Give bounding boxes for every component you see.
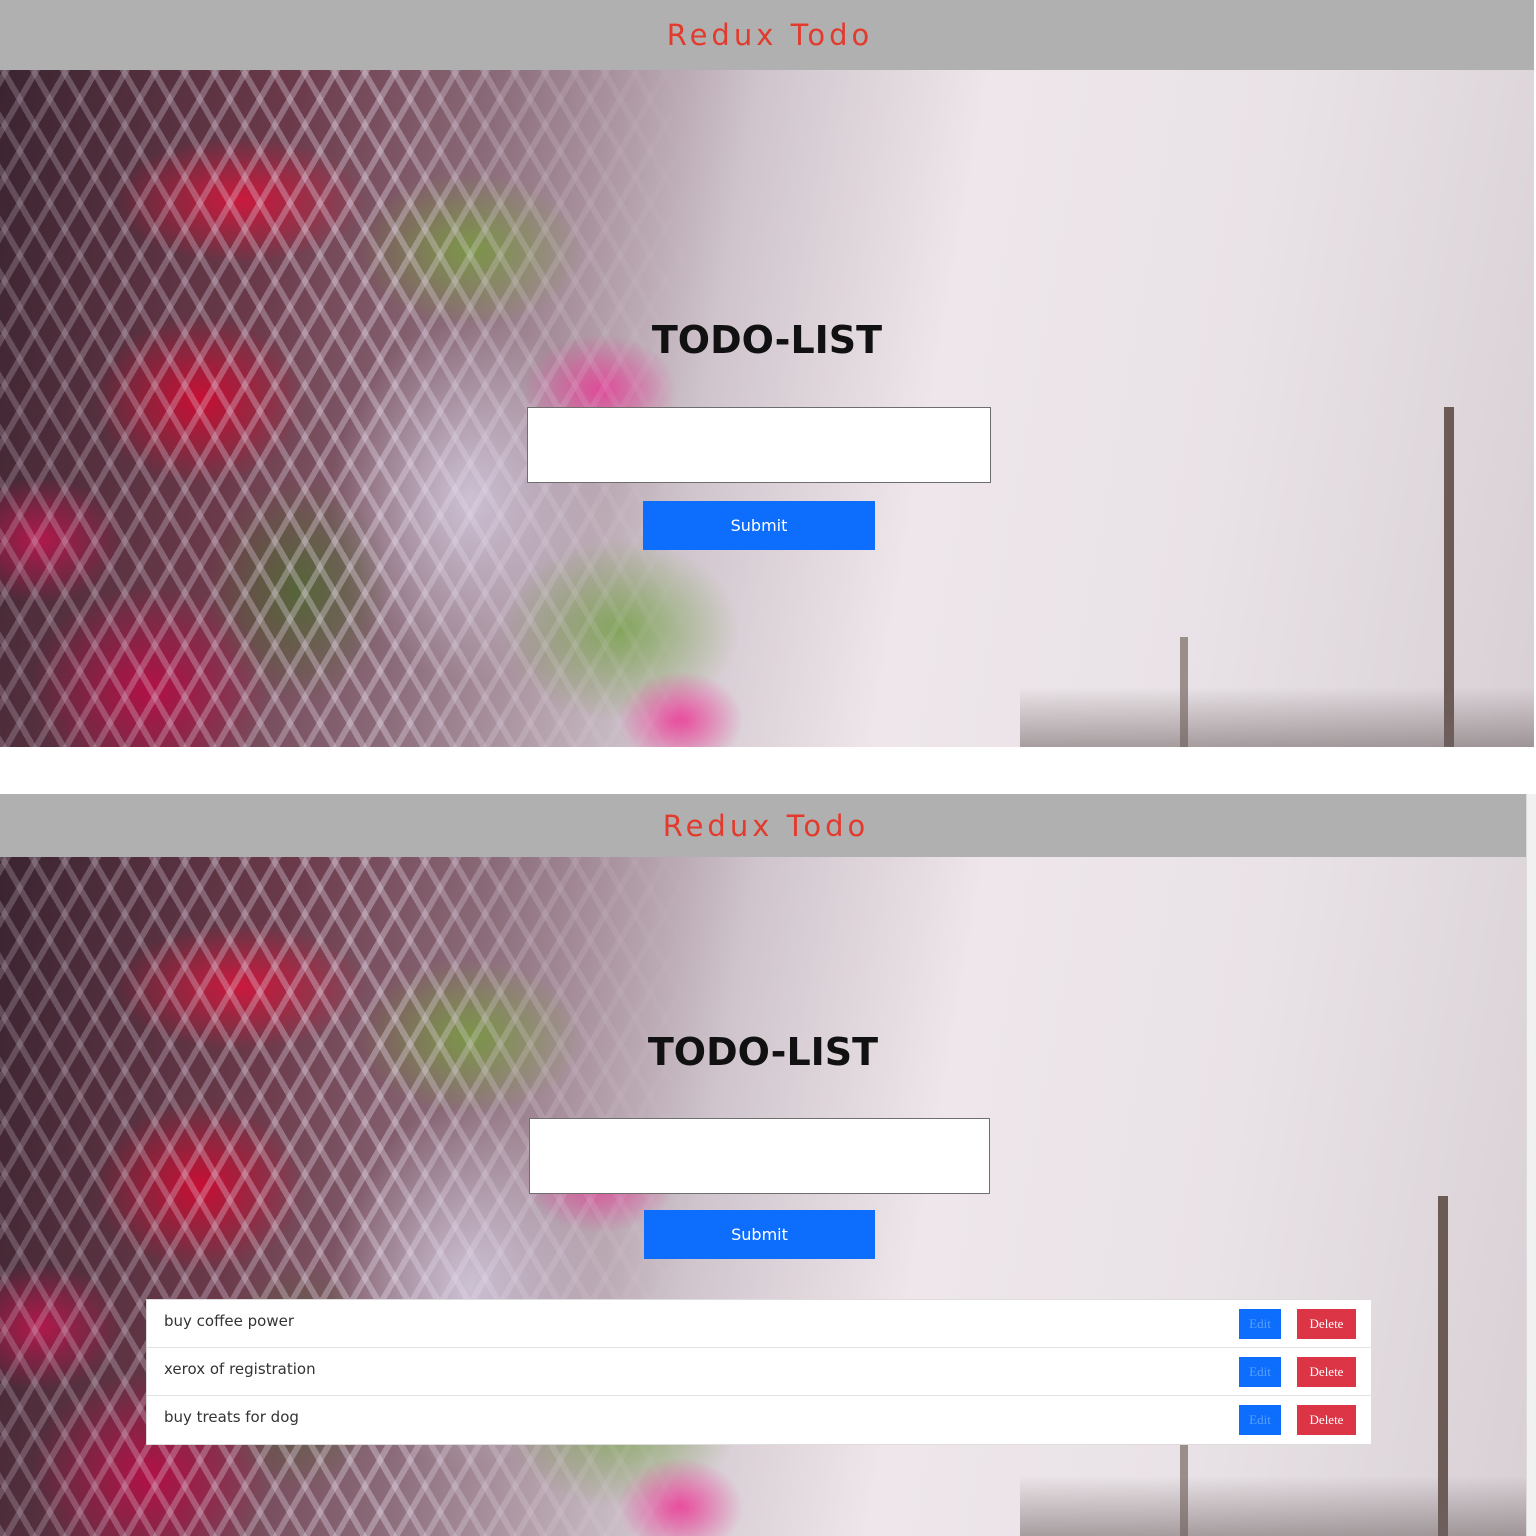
edit-button[interactable]: Edit <box>1239 1309 1281 1339</box>
submit-button[interactable]: Submit <box>643 501 875 550</box>
todo-list: buy coffee power Edit Delete xerox of re… <box>146 1299 1372 1445</box>
todo-input[interactable] <box>527 407 991 483</box>
todo-item: buy treats for dog Edit Delete <box>147 1396 1371 1444</box>
edit-button[interactable]: Edit <box>1239 1405 1281 1435</box>
page-title: TODO-LIST <box>651 318 883 362</box>
app-screen-empty: Redux Todo TODO-LIST Submit <box>0 0 1534 747</box>
edit-button[interactable]: Edit <box>1239 1357 1281 1387</box>
delete-button[interactable]: Delete <box>1297 1357 1356 1387</box>
todo-item: buy coffee power Edit Delete <box>147 1300 1371 1348</box>
ground-shadow <box>1020 687 1534 747</box>
delete-button[interactable]: Delete <box>1297 1309 1356 1339</box>
delete-button[interactable]: Delete <box>1297 1405 1356 1435</box>
todo-item: xerox of registration Edit Delete <box>147 1348 1371 1396</box>
todo-input[interactable] <box>529 1118 990 1194</box>
app-title: Redux Todo <box>662 808 870 843</box>
todo-item-text: xerox of registration <box>164 1360 316 1378</box>
ground-shadow <box>1020 1476 1526 1536</box>
app-header: Redux Todo <box>0 0 1534 70</box>
app-header: Redux Todo <box>0 794 1526 857</box>
vertical-scrollbar[interactable] <box>1526 794 1536 1536</box>
page-title: TODO-LIST <box>647 1030 879 1074</box>
app-title: Redux Todo <box>666 18 874 52</box>
todo-item-text: buy treats for dog <box>164 1408 299 1426</box>
todo-item-text: buy coffee power <box>164 1312 295 1330</box>
submit-button[interactable]: Submit <box>644 1210 875 1259</box>
app-screen-with-todos: Redux Todo TODO-LIST Submit buy coffee p… <box>0 794 1526 1536</box>
